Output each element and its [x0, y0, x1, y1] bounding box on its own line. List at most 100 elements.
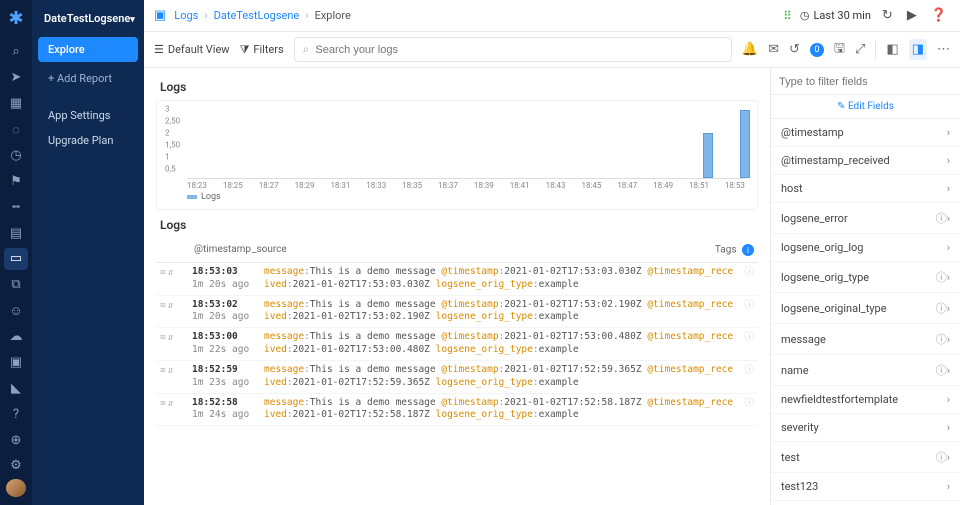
field-row[interactable]: logsene_orig_log› — [771, 234, 960, 262]
field-row[interactable]: test2› — [771, 501, 960, 505]
breadcrumb-app[interactable]: DateTestLogsene — [214, 9, 300, 22]
clock-icon[interactable]: ◷ — [4, 145, 28, 167]
info-icon[interactable]: ⓘ — [744, 300, 754, 311]
rocket-icon[interactable]: ➤ — [4, 67, 28, 89]
log-row[interactable]: ≡⇵18:52:591m 23s agomessage:This is a de… — [156, 361, 758, 394]
nav-app-settings[interactable]: App Settings — [38, 103, 138, 128]
field-row[interactable]: nameⓘ› — [771, 355, 960, 386]
add-report-button[interactable]: + Add Report — [38, 66, 138, 91]
settings-icon[interactable]: ⚙ — [4, 455, 28, 477]
log-row[interactable]: ≡⇵18:52:581m 24s agomessage:This is a de… — [156, 394, 758, 427]
search-input[interactable] — [315, 44, 723, 56]
panel-left-icon[interactable]: ◧ — [886, 42, 898, 57]
flag-icon[interactable]: ⚑ — [4, 170, 28, 192]
info-icon[interactable]: ⓘ — [744, 365, 754, 376]
avatar[interactable] — [6, 479, 26, 497]
breadcrumb-logs[interactable]: Logs — [174, 9, 198, 22]
info-icon[interactable]: ⓘ — [932, 210, 947, 226]
chart-icon[interactable]: ╍ — [4, 196, 28, 218]
play-icon[interactable]: ▶ — [904, 8, 920, 23]
log-row[interactable]: ≡⇵18:53:021m 20s agomessage:This is a de… — [156, 296, 758, 329]
logs-icon[interactable]: ▭ — [4, 248, 28, 270]
more-icon[interactable]: ⋯ — [937, 42, 950, 57]
breadcrumb-sep: › — [204, 9, 207, 22]
info-icon[interactable]: ⓘ — [932, 449, 947, 465]
field-row[interactable]: @timestamp_received› — [771, 147, 960, 175]
save-icon[interactable]: 🖫 — [834, 39, 845, 61]
bell-icon[interactable]: 🔔 — [742, 42, 758, 57]
field-row[interactable]: messageⓘ› — [771, 324, 960, 355]
col-source[interactable]: _source — [252, 244, 704, 256]
infra-icon[interactable]: ⧉ — [4, 274, 28, 296]
gift-icon[interactable]: ▣ — [4, 352, 28, 374]
bot-icon[interactable]: ☺ — [4, 300, 28, 322]
cloud-icon[interactable]: ☁ — [4, 326, 28, 348]
field-row[interactable]: test123› — [771, 473, 960, 501]
search-icon: ⌕ — [303, 42, 310, 57]
mail-icon[interactable]: ✉ — [768, 42, 779, 57]
help-icon[interactable]: ? — [4, 403, 28, 425]
panel-right-icon[interactable]: ◨ — [909, 39, 927, 60]
field-row[interactable]: severity› — [771, 414, 960, 442]
invite-icon[interactable]: ⊕ — [4, 429, 28, 451]
row-timestamp: 18:53:02 — [192, 299, 264, 312]
field-name: host — [781, 182, 947, 195]
db-icon[interactable]: ▤ — [4, 222, 28, 244]
info-icon[interactable]: ⓘ — [744, 398, 754, 409]
search-icon[interactable]: ⌕ — [4, 41, 28, 63]
reset-icon[interactable]: ↺ — [789, 42, 800, 57]
x-tick: 18:53 — [725, 181, 745, 190]
globe-icon[interactable]: ◌ — [4, 119, 28, 141]
field-row[interactable]: testⓘ› — [771, 442, 960, 473]
logs-chart[interactable]: 32,5021,5010,5 18:2318:2518:2718:2918:31… — [156, 100, 758, 210]
filters-button[interactable]: ⧩ Filters — [240, 43, 284, 57]
sort-icon[interactable]: ⇵ — [168, 267, 174, 280]
nav-upgrade-plan[interactable]: Upgrade Plan — [38, 128, 138, 153]
chart-bar[interactable] — [740, 110, 750, 178]
explore-button[interactable]: Explore — [38, 37, 138, 62]
drag-icon[interactable]: ≡ — [160, 398, 166, 411]
field-row[interactable]: newfieldtestfortemplate› — [771, 386, 960, 414]
field-row[interactable]: logsene_errorⓘ› — [771, 203, 960, 234]
info-icon[interactable]: ⓘ — [932, 269, 947, 285]
drag-icon[interactable]: ≡ — [160, 365, 166, 378]
log-row[interactable]: ≡⇵18:53:001m 22s agomessage:This is a de… — [156, 328, 758, 361]
info-icon[interactable]: ⓘ — [932, 300, 947, 316]
grid-icon[interactable]: ▦ — [4, 93, 28, 115]
x-tick: 18:39 — [474, 181, 494, 190]
help-circle-icon[interactable]: ❓ — [928, 8, 950, 23]
col-tags[interactable]: Tags i — [704, 244, 754, 256]
app-selector[interactable]: DateTestLogsene — [38, 8, 138, 29]
field-row[interactable]: host› — [771, 175, 960, 203]
log-row[interactable]: ≡⇵18:53:031m 20s agomessage:This is a de… — [156, 263, 758, 296]
refresh-icon[interactable]: ↻ — [879, 8, 896, 23]
info-icon[interactable]: ⓘ — [932, 331, 947, 347]
toolbar-badge[interactable]: 0 — [810, 43, 824, 57]
info-icon[interactable]: ⓘ — [932, 362, 947, 378]
filter-fields-input[interactable] — [779, 76, 952, 88]
search-bar[interactable]: ⌕ — [294, 37, 732, 62]
chart-bar[interactable] — [703, 133, 713, 178]
edit-fields-button[interactable]: ✎ Edit Fields — [771, 95, 960, 119]
info-icon[interactable]: ⓘ — [744, 332, 754, 343]
x-tick: 18:45 — [581, 181, 601, 190]
megaphone-icon[interactable]: ◣ — [4, 377, 28, 399]
col-timestamp[interactable]: @timestamp — [160, 244, 252, 256]
field-row[interactable]: @timestamp› — [771, 119, 960, 147]
y-tick: 0,5 — [165, 165, 176, 174]
field-row[interactable]: logsene_original_typeⓘ› — [771, 293, 960, 324]
info-icon[interactable]: ⓘ — [744, 267, 754, 278]
drag-icon[interactable]: ≡ — [160, 300, 166, 313]
sort-icon[interactable]: ⇵ — [168, 398, 174, 411]
drag-icon[interactable]: ≡ — [160, 332, 166, 345]
drag-icon[interactable]: ≡ — [160, 267, 166, 280]
expand-icon[interactable]: ⤢ — [855, 42, 865, 57]
sort-icon[interactable]: ⇵ — [168, 300, 174, 313]
field-row[interactable]: logsene_orig_typeⓘ› — [771, 262, 960, 293]
sort-icon[interactable]: ⇵ — [168, 332, 174, 345]
sort-icon[interactable]: ⇵ — [168, 365, 174, 378]
time-picker[interactable]: ◷ Last 30 min — [800, 9, 871, 22]
apps-grid-icon[interactable]: ⠿ — [783, 9, 792, 23]
default-view-button[interactable]: ☰ Default View — [154, 43, 230, 56]
field-name: logsene_orig_type — [781, 271, 932, 284]
